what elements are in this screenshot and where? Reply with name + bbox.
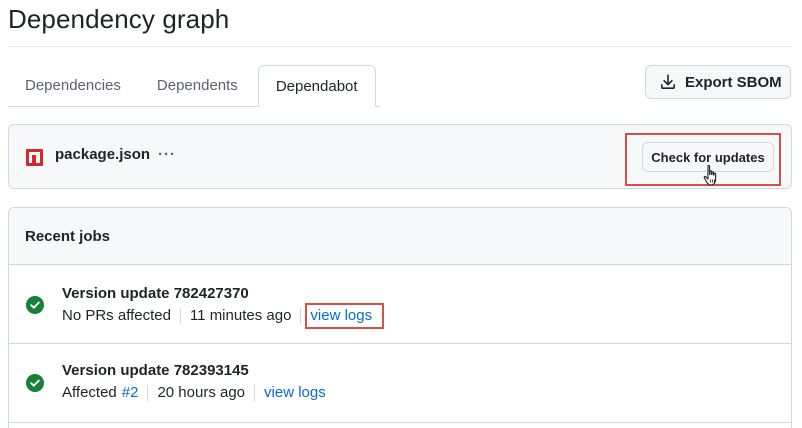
tab-dependabot[interactable]: Dependabot <box>257 65 376 107</box>
check-circle-icon <box>26 296 44 314</box>
job-time: 20 hours ago <box>157 384 246 401</box>
tab-bar: Dependencies Dependents Dependabot <box>8 65 376 107</box>
more-options-icon[interactable]: ··· <box>158 146 176 163</box>
meta-divider <box>147 384 149 401</box>
meta-divider <box>300 307 302 324</box>
download-icon <box>661 74 675 89</box>
npm-icon <box>26 149 43 166</box>
job-meta: No PRs affected 11 minutes ago view logs <box>62 307 372 324</box>
manifest-file-name[interactable]: package.json <box>55 146 150 163</box>
view-logs-link[interactable]: view logs <box>264 384 326 401</box>
tab-dependencies[interactable]: Dependencies <box>8 65 139 107</box>
tab-dependents[interactable]: Dependents <box>139 65 256 107</box>
job-title[interactable]: Version update 782427370 <box>62 285 249 302</box>
meta-divider <box>179 307 181 324</box>
recent-jobs-heading: Recent jobs <box>9 208 791 265</box>
title-divider <box>8 46 792 47</box>
check-circle-icon <box>26 374 44 392</box>
hand-cursor-icon <box>703 164 717 186</box>
recent-jobs-panel: Recent jobs Version update 782427370 No … <box>8 207 792 428</box>
job-row: Version update 782393145 Affected #2 20 … <box>9 344 791 423</box>
job-time: 11 minutes ago <box>189 307 292 324</box>
job-row: Version update 782427370 No PRs affected… <box>9 265 791 344</box>
job-affected: No PRs affected <box>62 307 171 324</box>
export-sbom-button[interactable]: Export SBOM <box>645 65 791 99</box>
view-logs-link[interactable]: view logs <box>310 307 372 324</box>
job-meta: Affected #2 20 hours ago view logs <box>62 384 326 401</box>
job-title[interactable]: Version update 782393145 <box>62 362 249 379</box>
job-affected-prefix: Affected <box>62 384 117 401</box>
pr-link[interactable]: #2 <box>122 384 139 401</box>
export-sbom-label: Export SBOM <box>685 73 782 91</box>
meta-divider <box>254 384 256 401</box>
page-title: Dependency graph <box>8 4 230 34</box>
